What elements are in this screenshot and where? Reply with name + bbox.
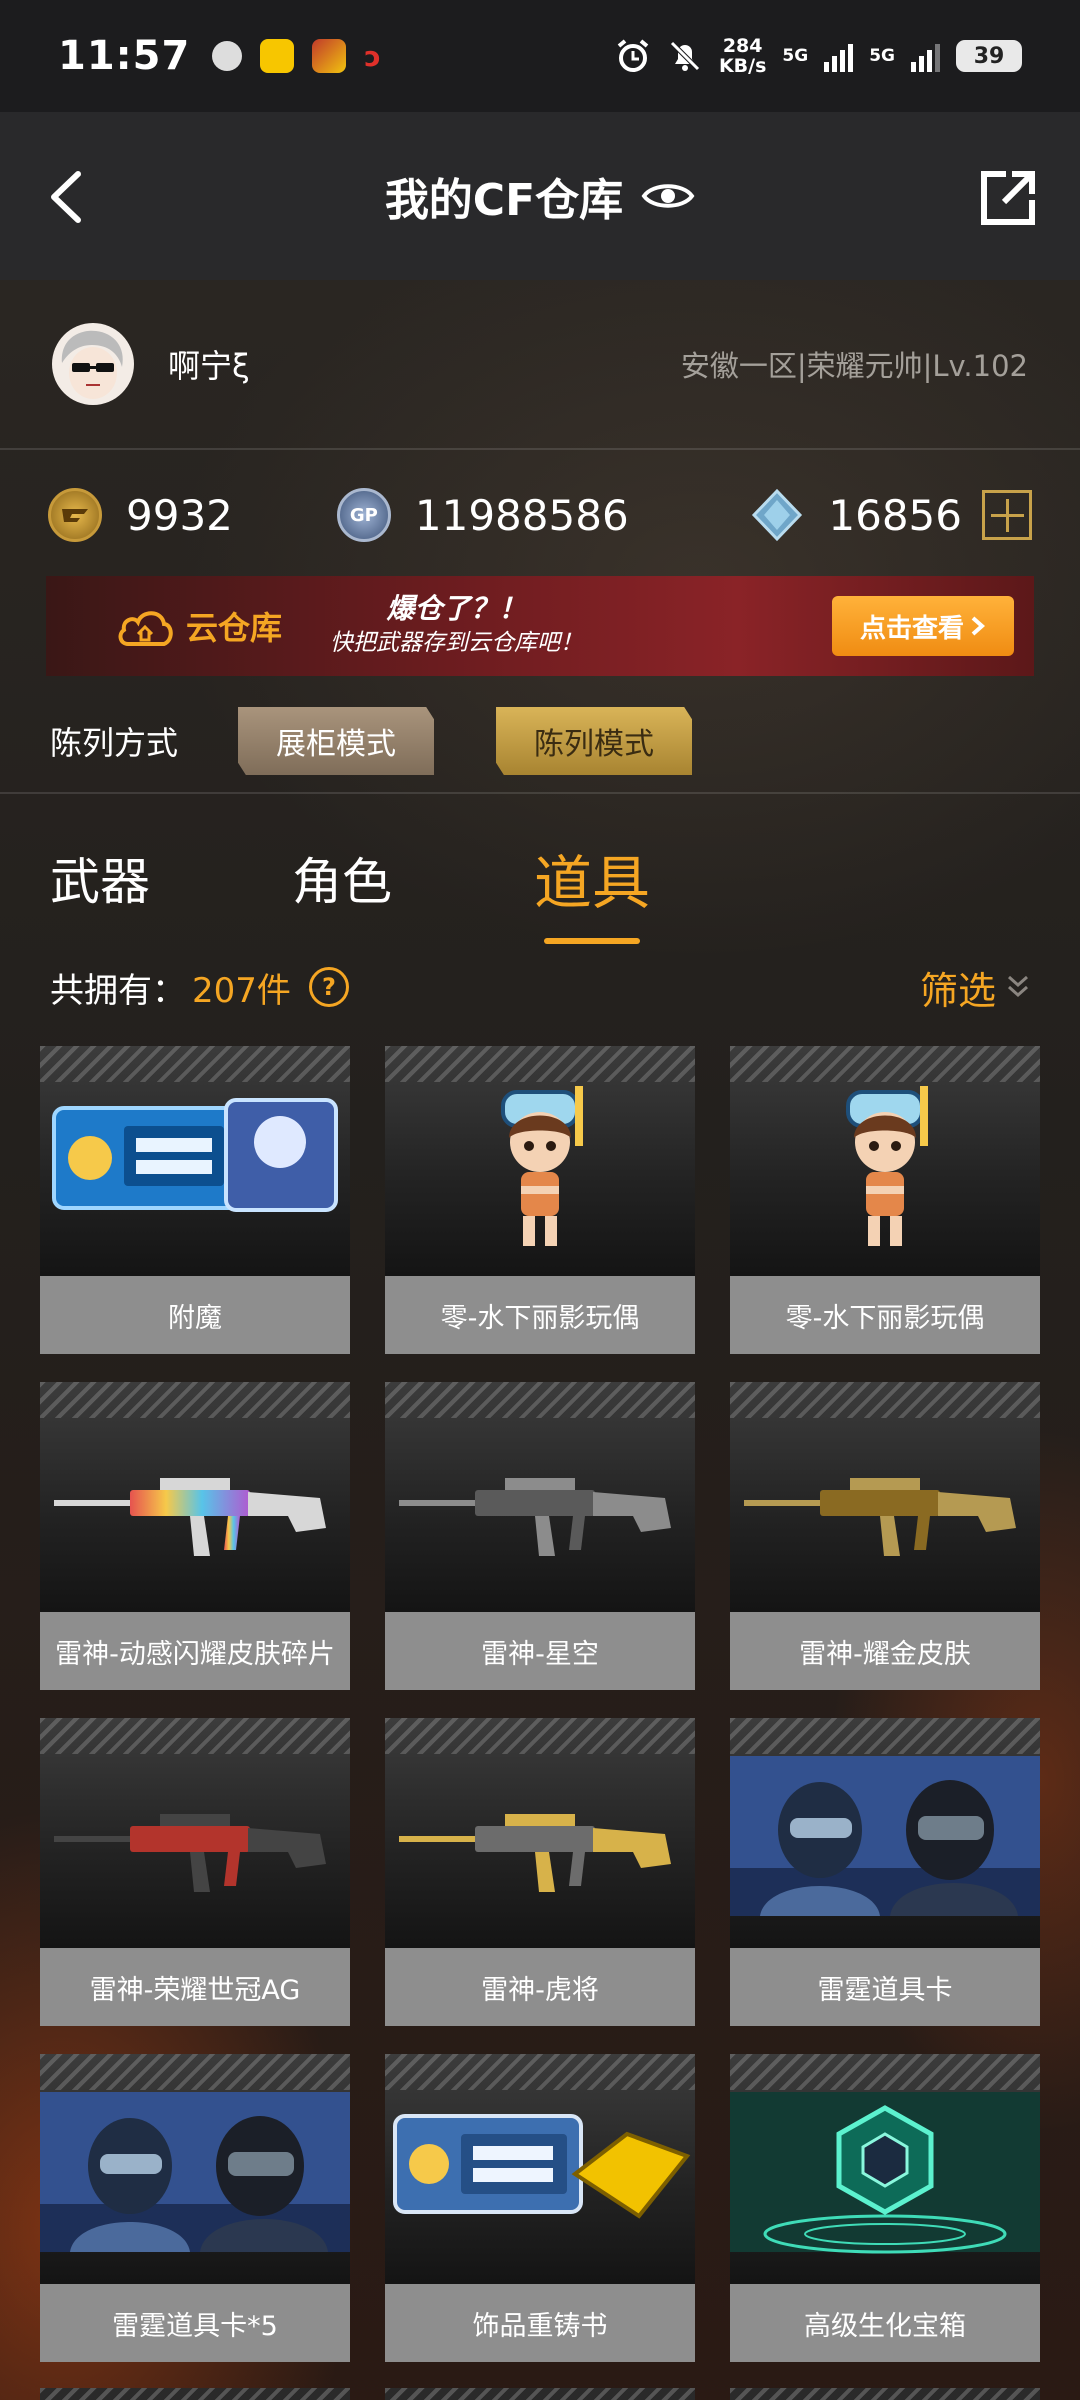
item-card[interactable]: 雷霆道具卡 xyxy=(730,1718,1040,2026)
display-mode-row: 陈列方式 展柜模式 陈列模式 xyxy=(0,690,1080,794)
server-rank-level: 安徽一区|荣耀元帅|Lv.102 xyxy=(680,349,1028,383)
next-row-peek xyxy=(40,2388,1040,2400)
category-tabs: 武器 角色 道具 xyxy=(0,808,1080,948)
tab-items[interactable]: 道具 xyxy=(534,808,650,948)
item-count: 207件 xyxy=(192,970,291,1011)
sim2-signal-icon xyxy=(911,40,940,72)
count-row: 共拥有： 207件 ? 筛选 xyxy=(0,948,1080,1026)
network-speed: 284 KB/s xyxy=(718,35,767,77)
status-bar: 11:57 ɔ 284 KB/s 5G 5G 39 xyxy=(0,0,1080,112)
bio-box-image xyxy=(730,2054,1040,2284)
title-bar: 我的CF仓库 xyxy=(0,112,1080,280)
item-card[interactable]: 雷神-虎将 xyxy=(385,1718,695,2026)
item-grid: 附魔 零-水下丽影玩偶 零-水下丽影玩偶 雷神-动感闪耀皮肤碎片 雷神-星空 雷神-耀金皮… xyxy=(40,1046,1040,2362)
cf-points: 9932 xyxy=(48,488,233,542)
item-name: 雷霆道具卡*5 xyxy=(40,2284,350,2362)
diver-doll-image xyxy=(730,1046,1040,1276)
item-card[interactable]: 雷神-耀金皮肤 xyxy=(730,1382,1040,1690)
count-label: 共拥有： xyxy=(50,970,186,1011)
enchant-book-image xyxy=(40,1046,350,1276)
diamond-icon xyxy=(752,488,803,542)
pinduoduo-icon: ɔ xyxy=(364,39,381,73)
cloud-warehouse-banner[interactable]: 云仓库 爆仓了？！ 快把武器存到云仓库吧！ 点击查看 xyxy=(46,576,1034,676)
diver-doll-image xyxy=(385,1046,695,1276)
item-card[interactable]: 高级生化宝箱 xyxy=(730,2054,1040,2362)
sim1-network-type: 5G xyxy=(782,46,809,66)
item-name: 雷神-动感闪耀皮肤碎片 xyxy=(40,1612,350,1690)
rifle-silver-image xyxy=(385,1382,695,1612)
rifle-tiger-image xyxy=(385,1718,695,1948)
item-name: 雷神-虎将 xyxy=(385,1948,695,2026)
item-card[interactable]: 附魔 xyxy=(40,1046,350,1354)
gp-coin-icon: GP xyxy=(336,488,391,542)
avatar[interactable] xyxy=(52,323,134,405)
item-name: 零-水下丽影玩偶 xyxy=(730,1276,1040,1354)
currency-row: 9932 GP 11988586 16856 xyxy=(0,452,1080,578)
item-card[interactable]: 雷神-星空 xyxy=(385,1382,695,1690)
item-name: 雷神-荣耀世冠AG xyxy=(40,1948,350,2026)
sim2-network-type: 5G xyxy=(869,46,895,66)
battery-indicator: 39 xyxy=(956,40,1022,72)
display-mode-label: 陈列方式 xyxy=(50,724,179,762)
filter-button[interactable]: 筛选 xyxy=(920,960,1030,1015)
item-card[interactable]: 饰品重铸书 xyxy=(385,2054,695,2362)
rifle-gold-image xyxy=(730,1382,1040,1612)
game-notification-icon xyxy=(312,39,347,73)
help-icon[interactable]: ? xyxy=(308,967,349,1007)
share-icon[interactable] xyxy=(978,168,1038,228)
item-name: 雷神-星空 xyxy=(385,1612,695,1690)
eye-icon[interactable] xyxy=(641,179,695,213)
tab-characters[interactable]: 角色 xyxy=(292,808,392,948)
banner-slogan: 爆仓了？！ 快把武器存到云仓库吧！ xyxy=(330,592,584,656)
item-card[interactable]: 雷神-荣耀世冠AG xyxy=(40,1718,350,2026)
tab-weapons[interactable]: 武器 xyxy=(50,808,150,948)
chevron-right-icon xyxy=(971,616,986,636)
item-card[interactable]: 零-水下丽影玩偶 xyxy=(385,1046,695,1354)
status-time: 11:57 xyxy=(58,33,191,79)
double-chevron-down-icon xyxy=(1008,975,1028,998)
qq-notification-icon xyxy=(260,39,295,73)
cf-coin-icon xyxy=(48,488,102,542)
soldier-card-image xyxy=(730,1718,1040,1948)
item-name: 高级生化宝箱 xyxy=(730,2284,1040,2362)
sim1-signal-icon xyxy=(824,40,854,72)
cloud-warehouse-label: 云仓库 xyxy=(116,603,282,649)
item-name: 雷神-耀金皮肤 xyxy=(730,1612,1040,1690)
item-card[interactable]: 雷霆道具卡*5 xyxy=(40,2054,350,2362)
item-name: 零-水下丽影玩偶 xyxy=(385,1276,695,1354)
item-card[interactable]: 雷神-动感闪耀皮肤碎片 xyxy=(40,1382,350,1690)
mute-icon xyxy=(670,41,700,71)
cloud-home-icon xyxy=(118,611,173,646)
rifle-rainbow-image xyxy=(40,1382,350,1612)
profile-row: 啊宁ξ 安徽一区|荣耀元帅|Lv.102 xyxy=(0,280,1080,450)
username: 啊宁ξ xyxy=(168,347,250,385)
soldier-card-image xyxy=(40,2054,350,2284)
back-icon[interactable] xyxy=(40,162,100,232)
gp-points: GP 11988586 xyxy=(336,488,629,542)
app-notification-icon xyxy=(212,41,243,71)
diamond-points: 16856 xyxy=(750,488,1032,542)
list-mode-button[interactable]: 陈列模式 xyxy=(496,707,693,775)
view-cloud-button[interactable]: 点击查看 xyxy=(832,596,1014,656)
item-card[interactable]: 零-水下丽影玩偶 xyxy=(730,1046,1040,1354)
page-title: 我的CF仓库 xyxy=(384,175,624,226)
alarm-icon xyxy=(617,39,649,72)
item-name: 饰品重铸书 xyxy=(385,2284,695,2362)
add-diamonds-button[interactable] xyxy=(982,490,1032,540)
item-name: 附魔 xyxy=(40,1276,350,1354)
item-name: 雷霆道具卡 xyxy=(730,1948,1040,2026)
recast-book-image xyxy=(385,2054,695,2284)
rifle-red-image xyxy=(40,1718,350,1948)
showcase-mode-button[interactable]: 展柜模式 xyxy=(238,707,435,775)
